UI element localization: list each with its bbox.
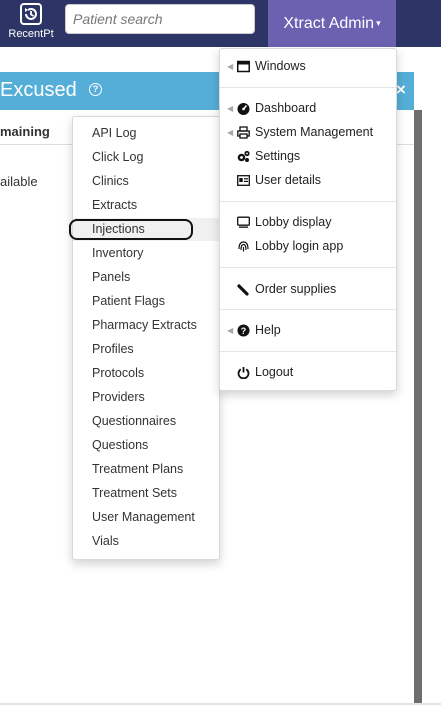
column-header: maining <box>0 124 50 139</box>
question-circle-icon: ? <box>237 324 250 336</box>
id-card-icon <box>237 174 250 186</box>
menu-label: Settings <box>255 149 301 163</box>
menu-label: System Management <box>255 125 374 139</box>
table-cell: ailable <box>0 174 38 189</box>
chevron-left-icon: ◀ <box>227 104 234 113</box>
menu-label: Dashboard <box>255 101 317 115</box>
submenu-item-api-log[interactable]: API Log <box>92 126 136 140</box>
menu-divider <box>220 309 396 310</box>
menu-divider <box>220 201 396 202</box>
menu-label: Lobby display <box>255 215 332 229</box>
scrollbar[interactable] <box>414 110 422 705</box>
submenu-item-patient-flags[interactable]: Patient Flags <box>92 294 165 308</box>
menu-item-lobby-display[interactable]: Lobby display <box>237 215 331 229</box>
modal-title: Excused <box>0 79 77 101</box>
menu-item-system-management[interactable]: System Management <box>237 125 373 139</box>
admin-label: Xtract Admin <box>283 14 375 32</box>
menu-item-dashboard[interactable]: Dashboard <box>237 101 316 115</box>
syringe-icon <box>237 283 249 296</box>
submenu-item-panels[interactable]: Panels <box>92 270 130 284</box>
menu-item-windows[interactable]: Windows <box>237 59 306 73</box>
window-icon <box>237 60 250 72</box>
help-circle-icon[interactable]: ? <box>89 83 102 96</box>
menu-item-settings[interactable]: Settings <box>237 149 300 163</box>
submenu-item-click-log[interactable]: Click Log <box>92 150 143 164</box>
system-management-submenu: API Log Click Log Clinics Extracts Injec… <box>69 116 220 560</box>
menu-item-lobby-login-app[interactable]: Lobby login app <box>237 239 343 253</box>
submenu-item-vials[interactable]: Vials <box>92 534 119 548</box>
menu-item-help[interactable]: ? Help <box>237 323 281 337</box>
svg-text:?: ? <box>241 326 247 336</box>
menu-label: Logout <box>255 365 294 379</box>
print-icon <box>237 125 250 139</box>
chevron-left-icon: ◀ <box>227 62 234 71</box>
submenu-item-inventory[interactable]: Inventory <box>92 246 143 260</box>
menu-divider <box>220 267 396 268</box>
submenu-item-extracts[interactable]: Extracts <box>92 198 137 212</box>
menu-item-order-supplies[interactable]: Order supplies <box>237 282 336 296</box>
menu-item-user-details[interactable]: User details <box>237 173 321 187</box>
power-off-icon <box>237 366 250 379</box>
submenu-item-profiles[interactable]: Profiles <box>92 342 134 356</box>
tachometer-icon <box>237 102 250 115</box>
cogs-icon <box>237 150 250 162</box>
menu-label: Lobby login app <box>255 239 344 253</box>
patient-search-input[interactable] <box>65 4 255 34</box>
menu-item-logout[interactable]: Logout <box>237 365 293 379</box>
submenu-item-questions[interactable]: Questions <box>92 438 148 452</box>
recent-patients-button[interactable]: RecentPt <box>0 0 62 47</box>
submenu-item-pharmacy-extracts[interactable]: Pharmacy Extracts <box>92 318 197 332</box>
menu-label: Help <box>255 323 281 337</box>
fingerprint-icon <box>238 240 249 251</box>
menu-label: Order supplies <box>255 282 337 296</box>
submenu-item-user-management[interactable]: User Management <box>92 510 195 524</box>
admin-menu-toggle[interactable]: Xtract Admin ▾ <box>268 0 396 47</box>
chevron-left-icon: ◀ <box>227 128 234 137</box>
admin-dropdown-menu: ◀ Windows ◀ Dashboard ◀ System Managemen… <box>219 48 397 391</box>
menu-label: User details <box>255 173 321 187</box>
submenu-item-injections[interactable]: Injections <box>92 222 145 236</box>
menu-label: Windows <box>255 59 306 73</box>
chevron-left-icon: ◀ <box>227 326 234 335</box>
recent-label: RecentPt <box>8 28 54 40</box>
monitor-icon <box>237 216 250 228</box>
submenu-item-questionnaires[interactable]: Questionnaires <box>92 414 176 428</box>
submenu-item-clinics[interactable]: Clinics <box>92 174 129 188</box>
submenu-item-treatment-sets[interactable]: Treatment Sets <box>92 486 177 500</box>
submenu-item-protocols[interactable]: Protocols <box>92 366 144 380</box>
top-navbar: RecentPt Xtract Admin ▾ <box>0 0 441 47</box>
caret-down-icon: ▾ <box>376 18 381 28</box>
close-icon[interactable]: × <box>396 80 406 100</box>
menu-divider <box>220 87 396 88</box>
submenu-item-providers[interactable]: Providers <box>92 390 145 404</box>
submenu-item-treatment-plans[interactable]: Treatment Plans <box>92 462 183 476</box>
history-icon <box>20 3 42 25</box>
menu-divider <box>220 351 396 352</box>
